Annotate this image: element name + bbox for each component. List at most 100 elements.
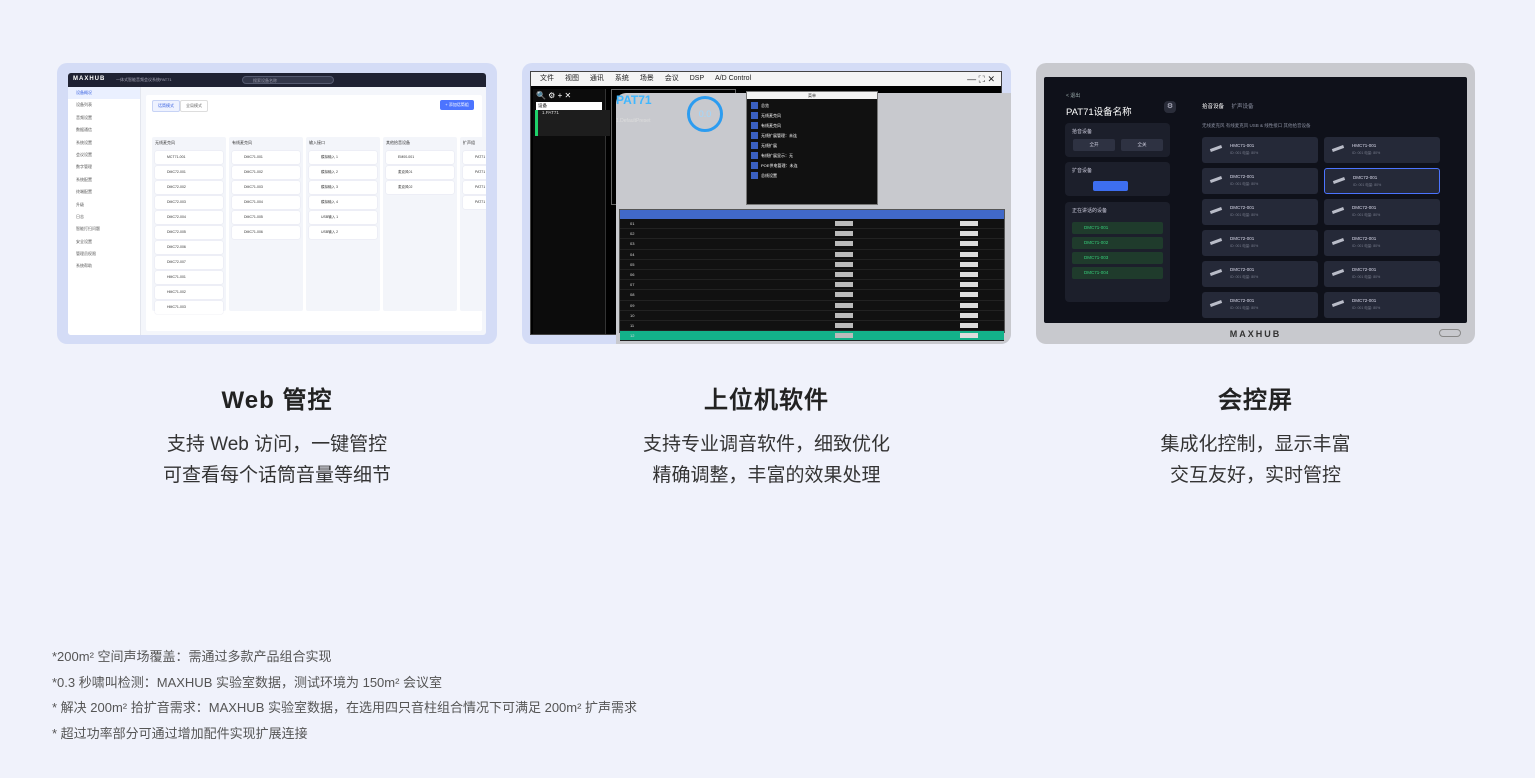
device-card[interactable]: MCT71-001 [155, 151, 223, 164]
row-button[interactable] [960, 282, 978, 288]
menu-item[interactable]: 场景 [640, 75, 654, 82]
device-card[interactable]: DMC72-001 [155, 166, 223, 179]
device-tile[interactable]: DMC72-001 ID: 001 电量: 80% [1324, 292, 1440, 318]
menu-item[interactable]: A/D Control [715, 75, 751, 82]
table-row[interactable]: 09 [620, 301, 1004, 311]
device-card[interactable]: HMC71-001 [155, 271, 223, 284]
tab-global-mode[interactable]: 全局模式 [180, 100, 208, 112]
device-card[interactable]: 模拟输入 4 [309, 196, 377, 209]
sidebar-item[interactable]: 设备概况 [68, 87, 140, 100]
row-button[interactable] [960, 302, 978, 308]
sidebar-item[interactable]: 智能打扫问题 [68, 223, 140, 235]
table-row[interactable]: 10 [620, 311, 1004, 321]
menu-item[interactable]: 视图 [565, 75, 579, 82]
device-card[interactable]: HMC71-002 [155, 286, 223, 299]
table-row[interactable]: 05 [620, 260, 1004, 270]
device-tile[interactable]: DMC72-001 ID: 001 电量: 80% [1324, 199, 1440, 225]
row-gain-box[interactable] [835, 251, 853, 257]
device-card[interactable]: PAT71 [463, 151, 486, 164]
row-gain-box[interactable] [835, 261, 853, 267]
row-gain-box[interactable] [835, 221, 853, 226]
toolbar-icons[interactable]: 🔍 ⚙ + ✕ [533, 89, 605, 102]
popup-item[interactable]: 总览 [751, 102, 873, 109]
device-tile[interactable]: HMC71-001 ID: 001 电量: 80% [1324, 137, 1440, 163]
sidebar-item[interactable]: 会议设置 [68, 149, 140, 161]
device-list-item-selected[interactable]: 1.PAT71 [535, 110, 610, 136]
popup-item[interactable]: 总线设置 [751, 172, 873, 179]
popup-item[interactable]: 无线麦克风 [751, 112, 873, 119]
tab-mic-mode[interactable]: 话筒模式 [152, 100, 180, 112]
popup-item[interactable]: POE供电管理：未连 [751, 162, 873, 169]
sidebar-item[interactable]: 升级 [68, 199, 140, 211]
device-card[interactable]: EM00-001 [386, 151, 454, 164]
row-button[interactable] [960, 231, 978, 237]
device-card[interactable]: 麦克风02 [386, 181, 454, 194]
menu-item[interactable]: 文件 [540, 75, 554, 82]
device-card[interactable]: 模拟输入 3 [309, 181, 377, 194]
sidebar-item[interactable]: 系统帮助 [68, 260, 140, 272]
row-button[interactable] [960, 241, 978, 247]
table-row[interactable]: 07 [620, 280, 1004, 291]
table-row[interactable]: 04 [620, 250, 1004, 260]
row-gain-box[interactable] [835, 312, 853, 318]
row-gain-box[interactable] [835, 282, 853, 288]
device-tile[interactable]: DMC72-001 ID: 001 电量: 80% [1202, 261, 1318, 287]
popup-item[interactable]: 有线扩展显示：无 [751, 152, 873, 159]
row-gain-box[interactable] [835, 292, 853, 298]
device-card[interactable]: DMC72-005 [155, 226, 223, 239]
sidebar-item[interactable]: 音频设置 [68, 112, 140, 124]
device-card[interactable]: PAT71 [463, 196, 486, 209]
table-row[interactable]: 02 [620, 229, 1004, 240]
device-tile[interactable]: DMC72-001 ID: 001 电量: 80% [1202, 199, 1318, 225]
device-card[interactable]: DMC71-002 [232, 166, 300, 179]
all-on-button[interactable]: 全开 [1073, 139, 1115, 151]
sidebar-item[interactable]: 数据通信 [68, 124, 140, 136]
device-card[interactable]: DMC72-002 [155, 181, 223, 194]
device-card[interactable]: USB输入 2 [309, 226, 377, 239]
device-tile[interactable]: DMC72-001 ID: 001 电量: 80% [1202, 292, 1318, 318]
sidebar-item[interactable]: 系统配置 [68, 174, 140, 186]
search-input[interactable]: 搜索设备名称 [242, 76, 334, 84]
table-row[interactable]: 06 [620, 270, 1004, 281]
popup-item[interactable]: 无线扩展管理：未连 [751, 132, 873, 139]
row-gain-box[interactable] [835, 231, 853, 237]
device-card[interactable]: PAT71 [463, 166, 486, 179]
sidebar-item[interactable]: 日志 [68, 211, 140, 223]
row-gain-box[interactable] [835, 333, 853, 339]
sidebar-item[interactable]: 终端配置 [68, 186, 140, 198]
device-card[interactable]: PAT71 [463, 181, 486, 194]
device-card[interactable]: DMC72-004 [155, 211, 223, 224]
home-button[interactable] [1439, 329, 1461, 337]
device-tile[interactable]: DMC72-001 ID: 001 电量: 80% [1324, 168, 1440, 194]
device-card[interactable]: HMC71-003 [155, 301, 223, 314]
device-tile[interactable]: HMC71-001 ID: 001 电量: 80% [1202, 137, 1318, 163]
popup-item[interactable]: 有线麦克风 [751, 122, 873, 129]
speaking-item[interactable]: DMC71-002 [1072, 237, 1163, 249]
sidebar-item[interactable]: 安全设置 [68, 236, 140, 248]
volume-slider[interactable] [1093, 181, 1128, 191]
back-button[interactable]: < 退出 [1066, 92, 1080, 99]
table-row[interactable]: 11 [620, 321, 1004, 332]
row-button[interactable] [960, 221, 978, 226]
menu-item[interactable]: 通讯 [590, 75, 604, 82]
row-gain-box[interactable] [835, 241, 853, 247]
row-button[interactable] [960, 261, 978, 267]
table-row[interactable]: 03 [620, 239, 1004, 250]
sidebar-item[interactable]: 数字管理 [68, 161, 140, 173]
add-group-button[interactable]: + 添加话筒组 [440, 100, 474, 110]
device-card[interactable]: DMC71-005 [232, 211, 300, 224]
subtab-bar[interactable]: 无线麦克风 有线麦克风 USB & 线性接口 其他拾音设备 [1202, 123, 1311, 129]
row-button[interactable] [960, 271, 978, 277]
device-card[interactable]: 模拟输入 1 [309, 151, 377, 164]
row-button[interactable] [960, 333, 978, 339]
row-button[interactable] [960, 322, 978, 328]
sidebar-item[interactable]: 管理员权限 [68, 248, 140, 260]
device-tile[interactable]: DMC72-001 ID: 001 电量: 80% [1202, 230, 1318, 256]
speaking-item[interactable]: DMC71-004 [1072, 267, 1163, 279]
device-card[interactable]: DMC71-003 [232, 181, 300, 194]
speaking-item[interactable]: DMC71-001 [1072, 222, 1163, 234]
table-row[interactable]: 12 [620, 331, 1004, 342]
tab-pickup[interactable]: 拾音设备 [1202, 104, 1224, 110]
window-controls-icon[interactable]: — ⛶ ✕ [967, 72, 995, 86]
row-gain-box[interactable] [835, 302, 853, 308]
